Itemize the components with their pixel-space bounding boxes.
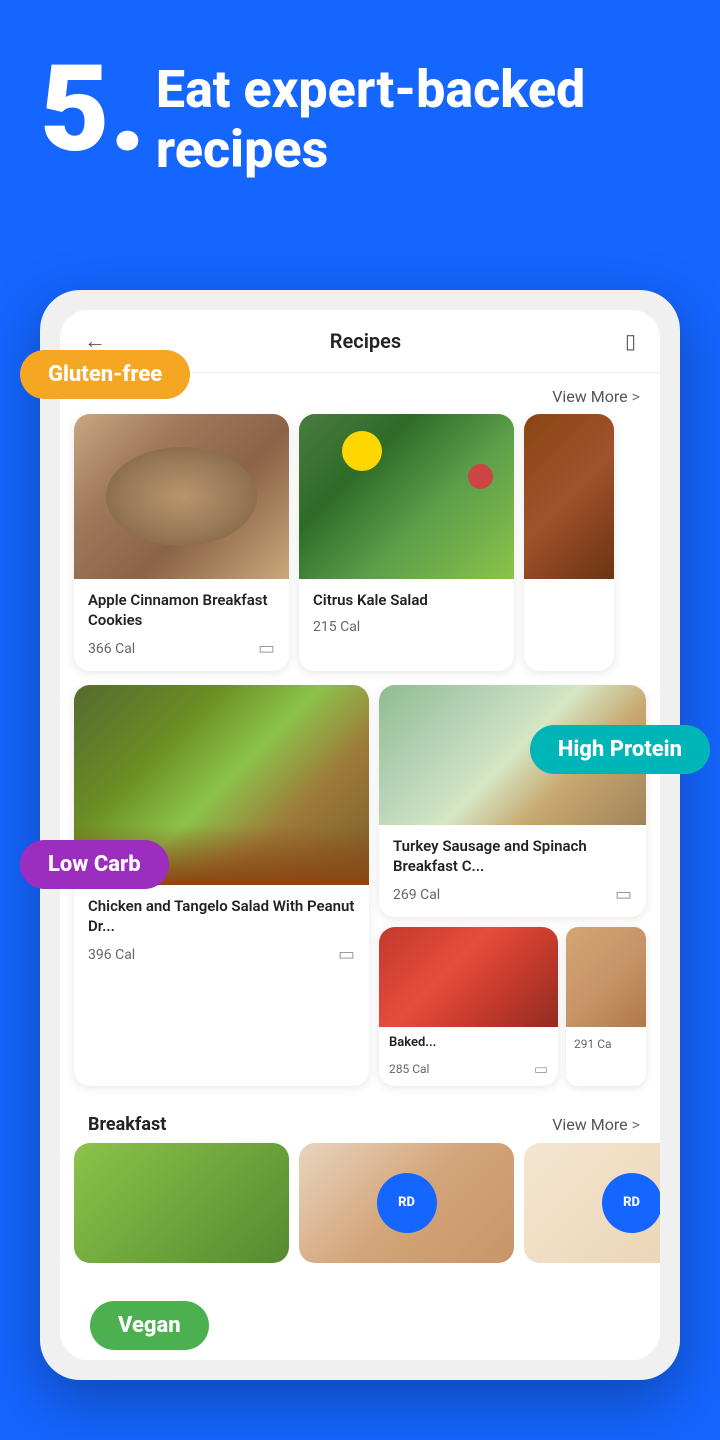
high-protein-badge: High Protein bbox=[530, 725, 710, 774]
recipe-card-baked[interactable]: Baked... 285 Cal ▭ bbox=[379, 927, 558, 1086]
step-number: 5 bbox=[40, 50, 110, 170]
recipe-cal-baked: 285 Cal bbox=[389, 1062, 429, 1076]
recipe-name-1: Apple Cinnamon Breakfast Cookies bbox=[88, 591, 275, 630]
recipe-card-turkey[interactable]: Turkey Sausage and Spinach Breakfast C..… bbox=[379, 685, 646, 917]
recipe-info-turkey: Turkey Sausage and Spinach Breakfast C..… bbox=[379, 825, 646, 917]
phone-container: Gluten-free Low Carb High Protein Vegan … bbox=[40, 290, 680, 1380]
recipe-card-apple-cinnamon[interactable]: Apple Cinnamon Breakfast Cookies 366 Cal… bbox=[74, 414, 289, 671]
recipe-cal-chicken: 396 Cal bbox=[88, 947, 135, 963]
recipe-image-partial bbox=[524, 414, 614, 579]
recipe-card-partial-right[interactable]: 291 Ca bbox=[566, 927, 646, 1086]
view-more-breakfast[interactable]: View More > bbox=[552, 1115, 640, 1134]
view-more-top[interactable]: View More > bbox=[552, 387, 640, 406]
recipe-cal-2: 215 Cal bbox=[313, 619, 360, 635]
rd-badge-2: RD bbox=[602, 1173, 661, 1233]
rd-badge-1: RD bbox=[377, 1173, 437, 1233]
recipe-card-kale-salad[interactable]: Citrus Kale Salad 215 Cal bbox=[299, 414, 514, 671]
bottom-card-1[interactable] bbox=[74, 1143, 289, 1263]
recipe-card-partial[interactable] bbox=[524, 414, 614, 671]
nav-title: Recipes bbox=[330, 329, 401, 353]
breakfast-section-header: Breakfast View More > bbox=[60, 1100, 660, 1143]
recipe-info-1: Apple Cinnamon Breakfast Cookies 366 Cal… bbox=[74, 579, 289, 671]
recipe-cal-turkey: 269 Cal bbox=[393, 887, 440, 903]
breakfast-label: Breakfast bbox=[74, 1114, 166, 1135]
bookmark-icon-1[interactable]: ▭ bbox=[258, 638, 275, 659]
recipe-info-chicken: Chicken and Tangelo Salad With Peanut Dr… bbox=[74, 885, 369, 977]
view-more-arrow: > bbox=[632, 387, 640, 406]
bookmark-icon-chicken[interactable]: ▭ bbox=[338, 944, 355, 965]
low-carb-badge: Low Carb bbox=[20, 840, 169, 889]
recipe-name-chicken: Chicken and Tangelo Salad With Peanut Dr… bbox=[88, 897, 355, 936]
recipe-cal-1: 366 Cal bbox=[88, 641, 135, 657]
vegan-badge: Vegan bbox=[90, 1301, 209, 1350]
recipes-row-1: Apple Cinnamon Breakfast Cookies 366 Cal… bbox=[60, 414, 660, 685]
recipe-info-2: Citrus Kale Salad 215 Cal bbox=[299, 579, 514, 647]
gluten-free-badge: Gluten-free bbox=[20, 350, 190, 399]
bookmark-icon-baked[interactable]: ▭ bbox=[534, 1060, 548, 1078]
step-dot: . bbox=[110, 50, 146, 170]
recipe-image-kale-salad bbox=[299, 414, 514, 579]
bookmark-button[interactable]: ▯ bbox=[625, 329, 636, 353]
recipe-name-turkey: Turkey Sausage and Spinach Breakfast C..… bbox=[393, 837, 632, 876]
header-section: 5 . Eat expert-backed recipes bbox=[0, 0, 720, 210]
view-more-arrow-breakfast: > bbox=[632, 1115, 640, 1134]
recipe-image-baked bbox=[379, 927, 558, 1027]
bookmark-icon-turkey[interactable]: ▭ bbox=[615, 884, 632, 905]
phone-screen: ← Recipes ▯ View More > Apple Cinnamon B… bbox=[60, 310, 660, 1360]
header-title: Eat expert-backed recipes bbox=[156, 60, 680, 180]
bottom-card-3[interactable]: RD bbox=[524, 1143, 660, 1263]
bottom-card-2[interactable]: RD bbox=[299, 1143, 514, 1263]
recipe-image-apple-cookie bbox=[74, 414, 289, 579]
recipe-image-partial-right bbox=[566, 927, 646, 1027]
bottom-row: RD RD bbox=[60, 1143, 660, 1263]
recipe-name-baked: Baked... bbox=[389, 1035, 548, 1052]
recipe-name-2: Citrus Kale Salad bbox=[313, 591, 500, 611]
bottom-mini-row: Baked... 285 Cal ▭ 291 Ca bbox=[379, 927, 646, 1086]
recipe-cal-partial-right: 291 Ca bbox=[574, 1037, 612, 1051]
